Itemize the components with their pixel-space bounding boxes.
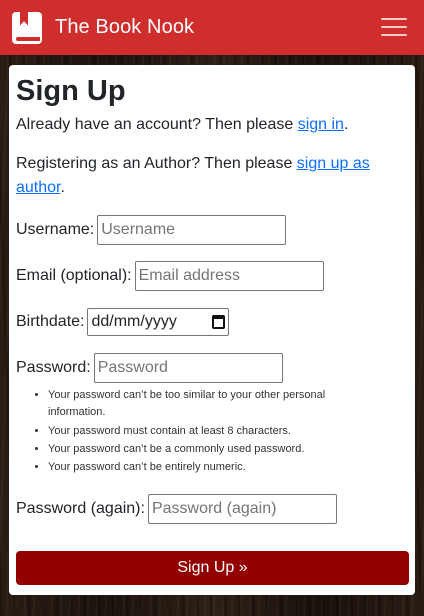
password-again-label: Password (again): xyxy=(16,500,145,517)
password-help-list: Your password can’t be too similar to yo… xyxy=(48,387,348,476)
password-label: Password: xyxy=(16,359,91,376)
birthdate-row: Birthdate: dd/mm/yyyy xyxy=(16,307,408,337)
calendar-icon[interactable] xyxy=(212,315,226,329)
hamburger-icon-bar xyxy=(381,26,407,28)
author-prompt-text: Registering as an Author? Then please xyxy=(16,155,297,172)
password-help-item: Your password can’t be entirely numeric. xyxy=(48,458,348,476)
signup-submit-button[interactable]: Sign Up » xyxy=(16,551,409,585)
hamburger-icon-bar xyxy=(381,18,407,20)
author-prompt: Registering as an Author? Then please si… xyxy=(16,152,408,200)
menu-toggle-button[interactable] xyxy=(378,14,410,40)
signin-prompt-period: . xyxy=(343,116,349,133)
page-title: Sign Up xyxy=(16,75,126,107)
birthdate-input[interactable]: dd/mm/yyyy xyxy=(87,308,230,336)
password-help-item: Your password must contain at least 8 ch… xyxy=(48,422,348,440)
author-prompt-period: . xyxy=(60,179,65,196)
username-label: Username: xyxy=(16,221,95,238)
email-label: Email (optional): xyxy=(16,267,132,284)
signin-prompt: Already have an account? Then please sig… xyxy=(16,113,408,137)
email-input[interactable] xyxy=(134,261,324,291)
password-again-input[interactable] xyxy=(147,494,337,524)
password-help-item: Your password can’t be too similar to yo… xyxy=(48,387,348,421)
password-help-item: Your password can’t be a commonly used p… xyxy=(48,440,348,458)
username-input[interactable] xyxy=(97,215,287,245)
password-again-row: Password (again): xyxy=(16,494,408,524)
username-row: Username: xyxy=(16,215,408,245)
password-input[interactable] xyxy=(93,353,283,383)
hamburger-icon-bar xyxy=(381,34,407,36)
signup-card: Sign Up Already have an account? Then pl… xyxy=(9,65,415,595)
signin-link[interactable]: sign in xyxy=(298,116,344,133)
book-icon[interactable] xyxy=(12,11,42,44)
navbar: The Book Nook xyxy=(0,0,424,55)
signin-prompt-text: Already have an account? Then please xyxy=(16,116,298,133)
email-row: Email (optional): xyxy=(16,261,408,291)
brand-title[interactable]: The Book Nook xyxy=(55,16,194,39)
password-row: Password: xyxy=(16,353,408,383)
birthdate-value: dd/mm/yyyy xyxy=(91,313,177,330)
birthdate-label: Birthdate: xyxy=(16,313,85,330)
